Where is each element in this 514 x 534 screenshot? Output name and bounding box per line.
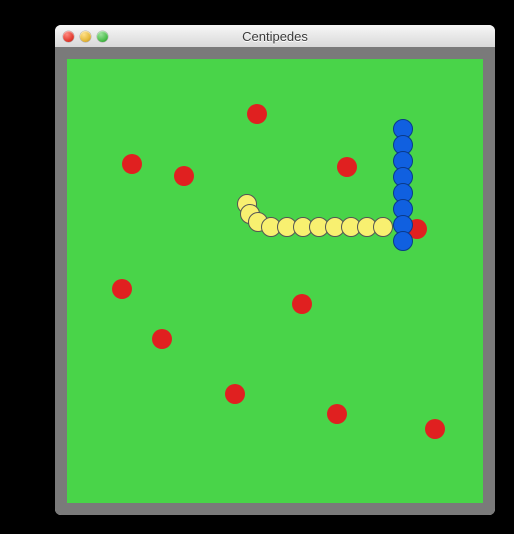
- obstacle: [225, 384, 245, 404]
- obstacle: [327, 404, 347, 424]
- obstacle: [112, 279, 132, 299]
- obstacle: [247, 104, 267, 124]
- window-title: Centipedes: [55, 29, 495, 44]
- blue-centipede-segment: [393, 231, 413, 251]
- close-icon[interactable]: [63, 31, 74, 42]
- obstacle: [337, 157, 357, 177]
- obstacle: [425, 419, 445, 439]
- window-controls: [55, 31, 108, 42]
- zoom-icon[interactable]: [97, 31, 108, 42]
- yellow-centipede-segment: [373, 217, 393, 237]
- minimize-icon[interactable]: [80, 31, 91, 42]
- app-window: Centipedes: [55, 25, 495, 515]
- obstacle: [292, 294, 312, 314]
- playfield[interactable]: [67, 59, 483, 503]
- client-area: [55, 47, 495, 515]
- titlebar[interactable]: Centipedes: [55, 25, 495, 48]
- obstacle: [122, 154, 142, 174]
- obstacle: [174, 166, 194, 186]
- obstacle: [152, 329, 172, 349]
